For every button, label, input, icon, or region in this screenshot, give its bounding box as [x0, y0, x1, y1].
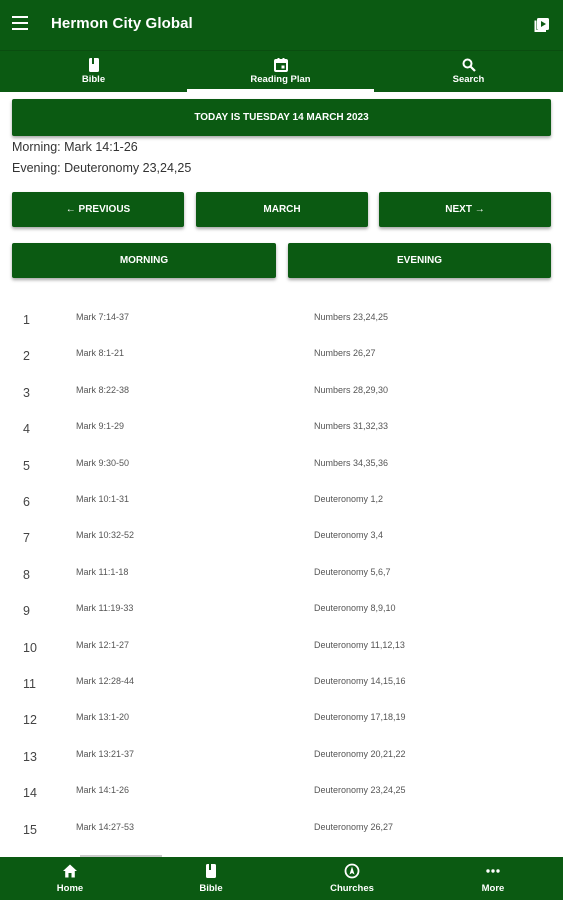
- morning-button[interactable]: MORNING: [12, 243, 276, 278]
- plan-row[interactable]: 2 Mark 8:1-21 Numbers 26,27: [0, 336, 563, 372]
- evening-reading: Deuteronomy 1,2: [314, 494, 384, 504]
- evening-reading: Numbers 26,27: [314, 348, 376, 359]
- evening-reading: Numbers 23,24,25: [314, 312, 389, 322]
- day-number: 5: [23, 458, 30, 473]
- nav-bible[interactable]: Bible: [141, 857, 281, 900]
- plan-row[interactable]: 3 Mark 8:22-38 Numbers 28,29,30: [0, 373, 563, 409]
- evening-reading: Deuteronomy 17,18,19: [314, 712, 406, 723]
- plan-row[interactable]: 14 Mark 14:1-26 Deuteronomy 23,24,25: [0, 773, 563, 809]
- evening-reading: Deuteronomy 11,12,13: [314, 639, 405, 650]
- tab-reading-plan-label: Reading Plan: [250, 74, 311, 85]
- morning-reading: Mark 9:30-50: [76, 457, 130, 468]
- next-month-button[interactable]: NEXT →: [379, 192, 551, 227]
- nav-home-label: Home: [56, 883, 84, 894]
- day-number: 7: [23, 531, 30, 546]
- evening-reading: Numbers 28,29,30: [314, 384, 389, 395]
- morning-reading: Mark 12:1-27: [76, 639, 130, 650]
- evening-reading: Numbers 31,32,33: [314, 421, 389, 432]
- month-button[interactable]: MARCH: [196, 192, 368, 227]
- active-tab-indicator: [187, 89, 374, 92]
- day-number: 11: [23, 677, 36, 691]
- evening-reading: Deuteronomy 23,24,25: [314, 785, 406, 796]
- morning-reading: Mark 8:22-38: [76, 384, 130, 395]
- nav-more-label: More: [481, 883, 505, 894]
- today-morning-reading: Morning: Mark 14:1-26: [12, 140, 138, 154]
- app-bar: Hermon City Global: [0, 0, 563, 50]
- morning-reading: Mark 8:1-21: [76, 348, 125, 359]
- video-library-icon[interactable]: [533, 16, 551, 34]
- today-evening-reading: Evening: Deuteronomy 23,24,25: [12, 161, 192, 175]
- tab-bar: Bible Reading Plan Search: [0, 50, 563, 92]
- plan-row[interactable]: 9 Mark 11:19-33 Deuteronomy 8,9,10: [0, 591, 563, 627]
- morning-reading: Mark 11:1-18: [76, 566, 129, 577]
- plan-row[interactable]: 8 Mark 11:1-18 Deuteronomy 5,6,7: [0, 555, 563, 591]
- morning-reading: Mark 13:21-37: [76, 748, 135, 759]
- evening-reading: Deuteronomy 5,6,7: [314, 566, 391, 577]
- day-number: 14: [23, 786, 37, 801]
- evening-reading: Deuteronomy 20,21,22: [314, 748, 406, 759]
- evening-reading: Deuteronomy 8,9,10: [314, 603, 396, 614]
- nav-more[interactable]: More: [423, 857, 563, 900]
- nav-bible-label: Bible: [199, 883, 223, 894]
- plan-row[interactable]: 1 Mark 7:14-37 Numbers 23,24,25: [0, 300, 563, 336]
- nav-churches[interactable]: Churches: [282, 857, 422, 900]
- morning-reading: Mark 14:1-26: [76, 785, 130, 796]
- nav-home[interactable]: Home: [0, 857, 140, 900]
- morning-reading: Mark 14:27-53: [76, 821, 135, 832]
- day-number: 2: [23, 349, 30, 364]
- day-number: 4: [23, 422, 30, 437]
- plan-row[interactable]: 15 Mark 14:27-53 Deuteronomy 26,27: [0, 810, 563, 846]
- morning-reading: Mark 9:1-29: [76, 421, 125, 432]
- calendar-icon: [273, 58, 288, 72]
- app-title: Hermon City Global: [51, 15, 193, 32]
- plan-row[interactable]: 13 Mark 13:21-37 Deuteronomy 20,21,22: [0, 737, 563, 773]
- evening-reading: Deuteronomy 14,15,16: [314, 676, 406, 686]
- morning-reading: Mark 12:28-44: [76, 676, 135, 686]
- bottom-navigation: Home Bible Churches More: [0, 857, 563, 900]
- nav-churches-label: Churches: [330, 883, 374, 894]
- tab-search-label: Search: [452, 74, 485, 85]
- morning-reading: Mark 10:1-31: [76, 494, 130, 504]
- plan-row[interactable]: 5 Mark 9:30-50 Numbers 34,35,36: [0, 446, 563, 482]
- day-number: 6: [23, 495, 30, 509]
- tab-search[interactable]: Search: [375, 51, 562, 92]
- menu-icon[interactable]: [12, 16, 28, 30]
- day-number: 1: [23, 313, 30, 327]
- more-icon: [486, 869, 500, 873]
- plan-row[interactable]: 10 Mark 12:1-27 Deuteronomy 11,12,13: [0, 628, 563, 664]
- day-number: 9: [23, 604, 30, 619]
- morning-reading: Mark 13:1-20: [76, 712, 130, 723]
- book-icon: [88, 58, 99, 72]
- day-number: 15: [23, 822, 37, 837]
- plan-row[interactable]: 4 Mark 9:1-29 Numbers 31,32,33: [0, 409, 563, 445]
- day-number: 12: [23, 713, 37, 728]
- evening-reading: Deuteronomy 3,4: [314, 530, 384, 541]
- plan-row[interactable]: 12 Mark 13:1-20 Deuteronomy 17,18,19: [0, 700, 563, 736]
- previous-month-button[interactable]: ← PREVIOUS: [12, 192, 184, 227]
- evening-reading: Numbers 34,35,36: [314, 457, 389, 468]
- day-number: 13: [23, 749, 37, 764]
- evening-button[interactable]: EVENING: [288, 243, 551, 278]
- day-number: 3: [23, 385, 30, 400]
- day-number: 8: [23, 567, 30, 582]
- day-number: 10: [23, 640, 37, 655]
- plan-row[interactable]: 6 Mark 10:1-31 Deuteronomy 1,2: [0, 482, 563, 518]
- home-icon: [63, 864, 77, 878]
- search-icon: [462, 58, 476, 72]
- plan-row[interactable]: 7 Mark 10:32-52 Deuteronomy 3,4: [0, 518, 563, 554]
- plan-row[interactable]: 11 Mark 12:28-44 Deuteronomy 14,15,16: [0, 664, 563, 700]
- morning-reading: Mark 11:19-33: [76, 603, 134, 614]
- evening-reading: Deuteronomy 26,27: [314, 821, 394, 832]
- compass-icon: [344, 863, 360, 879]
- morning-reading: Mark 7:14-37: [76, 312, 130, 322]
- tab-bible[interactable]: Bible: [0, 51, 187, 92]
- book-icon: [206, 864, 216, 878]
- tab-reading-plan[interactable]: Reading Plan: [187, 51, 374, 92]
- morning-reading: Mark 10:32-52: [76, 530, 135, 541]
- today-banner[interactable]: TODAY IS TUESDAY 14 MARCH 2023: [12, 99, 551, 136]
- tab-bible-label: Bible: [81, 74, 106, 85]
